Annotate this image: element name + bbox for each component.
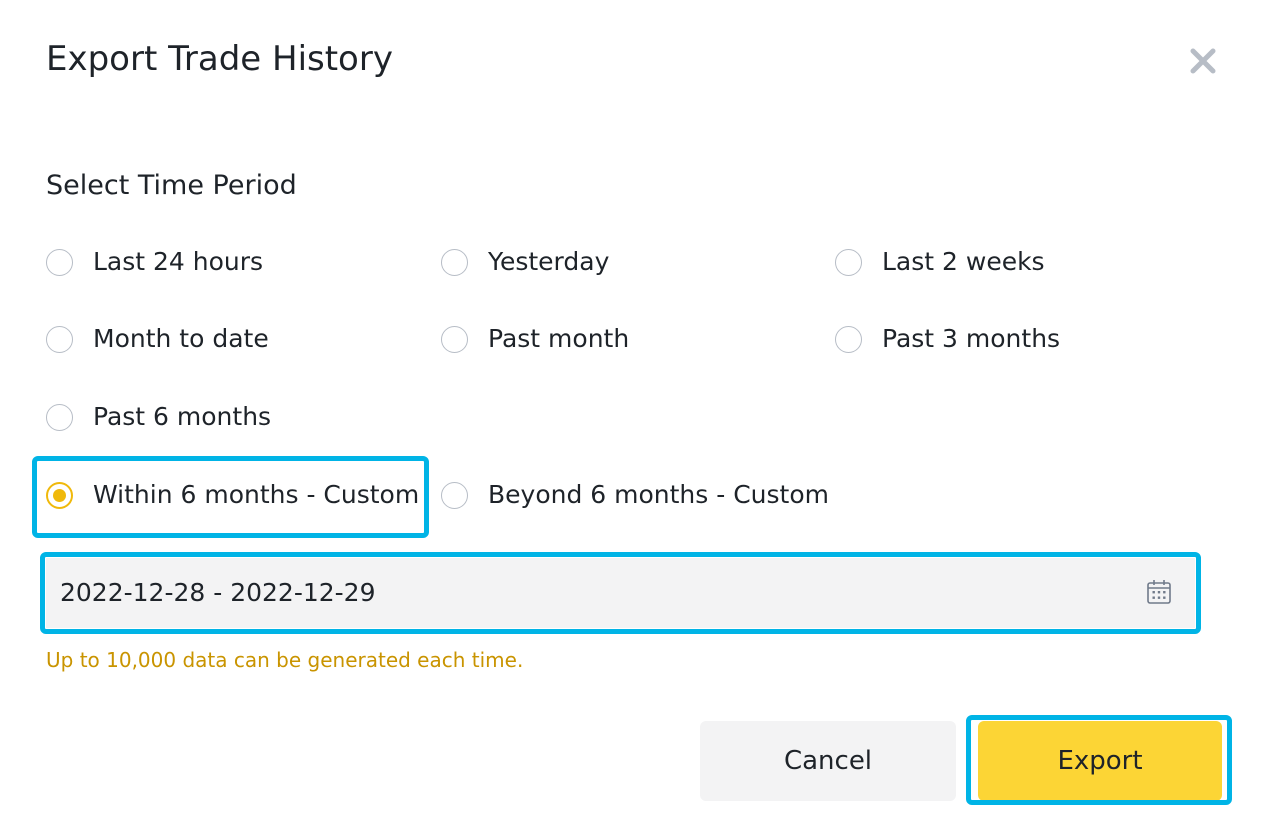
radio-option-within-6-months-custom[interactable]: Within 6 months - Custom xyxy=(46,473,419,517)
radio-option-past-3-months[interactable]: Past 3 months xyxy=(835,317,1060,361)
dialog-title: Export Trade History xyxy=(46,39,393,79)
radio-option-beyond-6-months-custom[interactable]: Beyond 6 months - Custom xyxy=(441,473,829,517)
cancel-button[interactable]: Cancel xyxy=(700,721,956,801)
radio-label: Last 2 weeks xyxy=(882,247,1045,276)
radio-label: Month to date xyxy=(93,324,269,353)
radio-label: Beyond 6 months - Custom xyxy=(488,480,829,509)
radio-button[interactable] xyxy=(835,248,862,276)
radio-button[interactable] xyxy=(441,248,468,276)
export-button[interactable]: Export xyxy=(978,721,1222,801)
radio-button[interactable] xyxy=(46,403,73,431)
radio-option-past-month[interactable]: Past month xyxy=(441,317,629,361)
radio-label: Yesterday xyxy=(488,247,610,276)
radio-button[interactable] xyxy=(835,325,862,353)
close-button[interactable] xyxy=(1182,40,1224,82)
close-icon xyxy=(1190,48,1216,74)
radio-selected-dot xyxy=(53,488,66,502)
radio-option-past-6-months[interactable]: Past 6 months xyxy=(46,395,271,439)
radio-label: Within 6 months - Custom xyxy=(93,480,420,509)
export-trade-history-dialog: Export Trade History Select Time Period … xyxy=(0,0,1267,833)
data-limit-hint: Up to 10,000 data can be generated each … xyxy=(46,648,524,672)
radio-label: Past 3 months xyxy=(882,324,1061,353)
time-period-label: Select Time Period xyxy=(46,170,297,201)
radio-option-last-2-weeks[interactable]: Last 2 weeks xyxy=(835,240,1045,284)
radio-label: Last 24 hours xyxy=(93,247,264,276)
radio-label: Past 6 months xyxy=(93,402,272,431)
radio-button[interactable] xyxy=(441,325,468,353)
radio-button[interactable] xyxy=(441,481,468,509)
radio-option-last-24-hours[interactable]: Last 24 hours xyxy=(46,240,263,284)
radio-button[interactable] xyxy=(46,325,73,353)
calendar-icon[interactable] xyxy=(1145,578,1173,606)
date-range-input[interactable]: 2022-12-28 - 2022-12-29 xyxy=(46,558,1195,628)
date-range-value: 2022-12-28 - 2022-12-29 xyxy=(60,578,376,607)
radio-option-month-to-date[interactable]: Month to date xyxy=(46,317,269,361)
radio-label: Past month xyxy=(488,324,630,353)
radio-button[interactable] xyxy=(46,248,73,276)
radio-button-selected[interactable] xyxy=(46,481,73,509)
radio-option-yesterday[interactable]: Yesterday xyxy=(441,240,609,284)
